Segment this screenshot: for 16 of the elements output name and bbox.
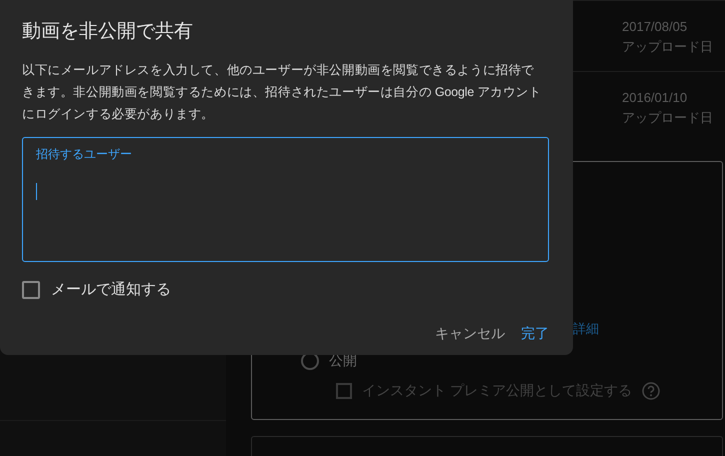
upload-date: 2017/08/05 xyxy=(622,19,688,34)
help-icon[interactable] xyxy=(642,382,660,400)
input-field[interactable]: 招待するユーザー xyxy=(22,137,549,262)
checkbox[interactable] xyxy=(22,280,40,298)
checkbox[interactable] xyxy=(336,383,352,400)
premiere-label: インスタント プレミア公開として設定する xyxy=(362,382,632,400)
date-label: アップロード日 xyxy=(622,38,713,56)
dialog-description: 以下にメールアドレスを入力して、他のユーザーが非公開動画を閲覧できるように招待できます。非公開動画を閲覧するためには、招待されたユーザーは自分の Google アカウントにログインする必要があります。 xyxy=(22,62,542,123)
text-cursor xyxy=(36,183,37,200)
checkbox-label: メールで通知する xyxy=(51,280,171,299)
dialog-title: 動画を非公開で共有 xyxy=(22,20,194,44)
cancel-button[interactable]: キャンセル xyxy=(435,321,505,347)
upload-date: 2016/01/10 xyxy=(622,90,688,105)
field-label: 招待するユーザー xyxy=(36,146,132,163)
date-label: アップロード日 xyxy=(622,108,713,127)
done-button[interactable]: 完了 xyxy=(521,321,549,347)
